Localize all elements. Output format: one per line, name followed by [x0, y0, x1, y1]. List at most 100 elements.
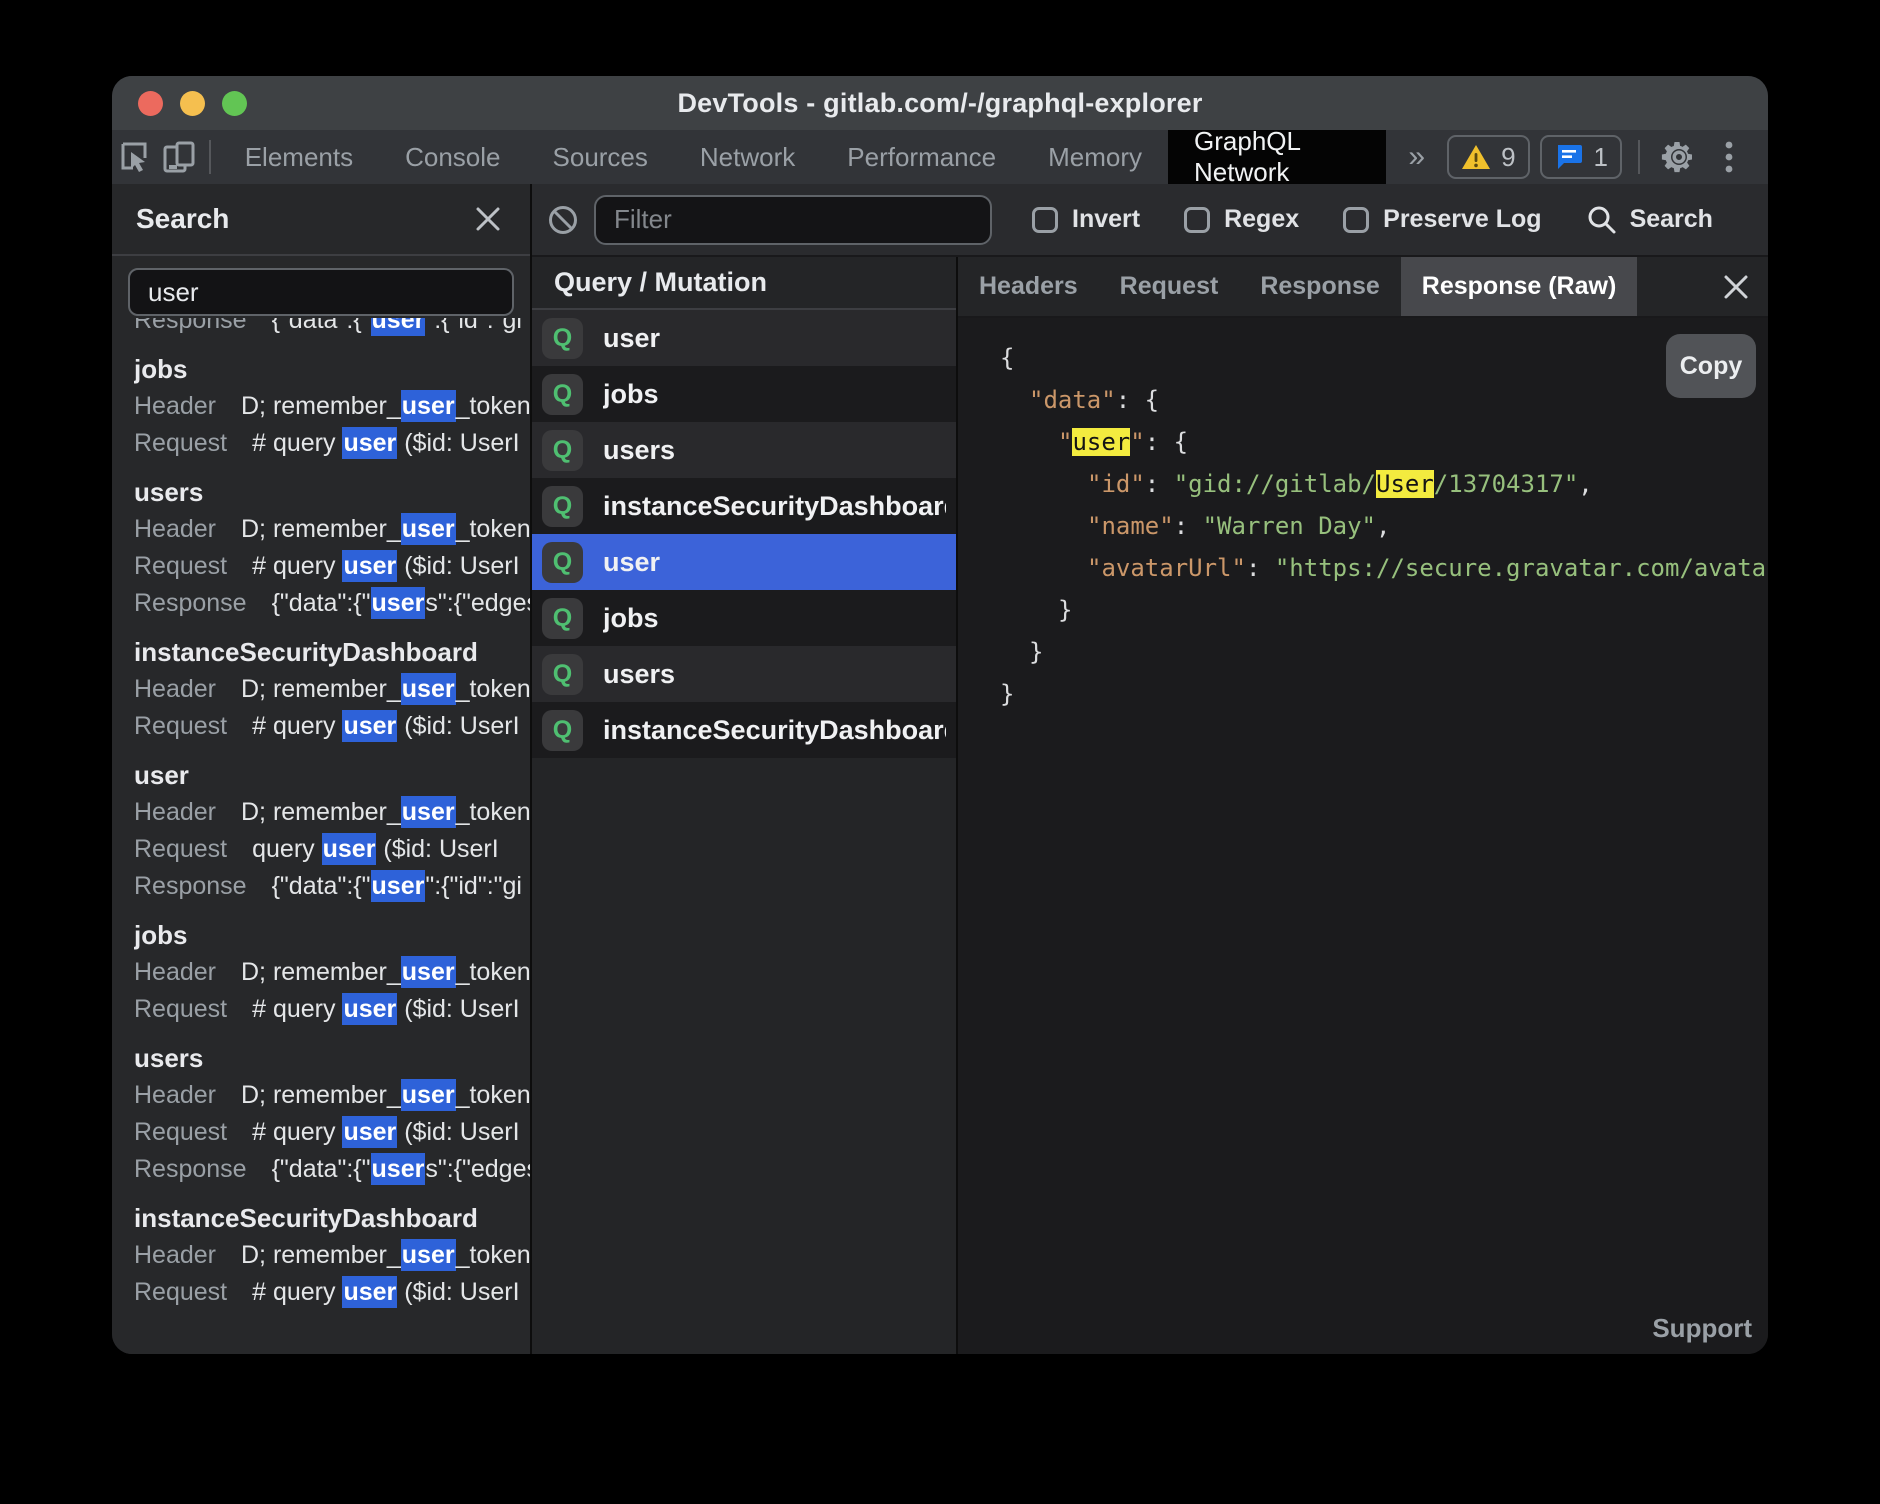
search-result-value: {"data":{"user":{"id":"gi [272, 868, 522, 905]
query-mutation-panel: Query / Mutation QuserQjobsQusersQinstan… [532, 257, 958, 1354]
more-tabs-button[interactable]: » [1386, 130, 1447, 184]
search-result-row[interactable]: Response {"data":{"user":{"id":"gi [134, 868, 530, 905]
message-count: 1 [1594, 142, 1608, 173]
search-result-section[interactable]: jobs [134, 917, 530, 954]
query-row-label: users [603, 659, 675, 690]
search-result-value: {"data":{"users":{"edges [272, 585, 530, 622]
search-result-section[interactable]: jobs [134, 351, 530, 388]
close-search-icon[interactable] [470, 201, 506, 237]
checkbox-preserve-log[interactable]: Preserve Log [1343, 205, 1541, 234]
search-result-row[interactable]: Header D; remember_user_token=e [134, 794, 530, 831]
detail-tab-response[interactable]: Response [1239, 257, 1400, 316]
search-result-value: D; remember_user_token=e [241, 794, 530, 831]
query-row-users[interactable]: Qusers [532, 646, 956, 702]
panel-tabs: ElementsConsoleSourcesNetworkPerformance… [219, 130, 1387, 184]
search-result-value: # query user ($id: UserI [252, 548, 519, 585]
query-row-label: user [603, 323, 660, 354]
search-result-label: Request [134, 831, 252, 868]
search-result-row[interactable]: Request query user ($id: UserI [134, 831, 530, 868]
match-highlight: user [342, 1116, 397, 1148]
inspect-element-icon[interactable] [112, 130, 156, 184]
checkbox-box-preserve-log[interactable] [1343, 207, 1369, 233]
search-result-row[interactable]: Header D; remember_user_token=e [134, 671, 530, 708]
checkbox-box-invert[interactable] [1032, 207, 1058, 233]
settings-gear-icon[interactable] [1656, 139, 1702, 175]
clear-filter-icon[interactable] [546, 203, 580, 237]
query-row-user[interactable]: Quser [532, 310, 956, 366]
search-result-row[interactable]: Response {"data":{"user":{"id":"gi [134, 318, 530, 339]
query-type-badge: Q [542, 318, 583, 359]
search-result-section[interactable]: user [134, 757, 530, 794]
search-result-label: Header [134, 794, 241, 831]
kebab-menu-icon[interactable] [1712, 140, 1746, 174]
filter-input[interactable]: Filter [594, 195, 992, 245]
search-result-row[interactable]: Request # query user ($id: UserI [134, 991, 530, 1028]
query-row-jobs[interactable]: Qjobs [532, 366, 956, 422]
device-toolbar-icon[interactable] [156, 130, 200, 184]
search-result-label: Header [134, 1237, 241, 1274]
search-result-value: # query user ($id: UserI [252, 1274, 519, 1311]
json-line: "data": { [958, 379, 1768, 421]
query-row-instancesecuritydashboard[interactable]: QinstanceSecurityDashboard [532, 478, 956, 534]
tab-network[interactable]: Network [674, 130, 821, 184]
search-result-value: D; remember_user_token=e [241, 511, 530, 548]
query-row-jobs[interactable]: Qjobs [532, 590, 956, 646]
detail-tab-headers[interactable]: Headers [958, 257, 1099, 316]
search-result-row[interactable]: Header D; remember_user_token=e [134, 511, 530, 548]
zoom-button[interactable] [222, 91, 247, 116]
search-result-value: # query user ($id: UserI [252, 425, 519, 462]
search-result-row[interactable]: Header D; remember_user_token=e [134, 388, 530, 425]
search-result-row[interactable]: Request # query user ($id: UserI [134, 425, 530, 462]
query-type-badge: Q [542, 374, 583, 415]
detail-tab-request[interactable]: Request [1099, 257, 1240, 316]
query-row-users[interactable]: Qusers [532, 422, 956, 478]
query-type-badge: Q [542, 486, 583, 527]
search-result-row[interactable]: Header D; remember_user_token=e [134, 1077, 530, 1114]
tab-memory[interactable]: Memory [1022, 130, 1168, 184]
search-input[interactable]: user [128, 268, 514, 316]
search-result-label: Request [134, 1274, 252, 1311]
search-toggle[interactable]: Search [1586, 204, 1713, 236]
search-result-row[interactable]: Request # query user ($id: UserI [134, 548, 530, 585]
search-result-label: Request [134, 708, 252, 745]
query-row-user[interactable]: Quser [532, 534, 956, 590]
tab-sources[interactable]: Sources [527, 130, 674, 184]
query-row-instancesecuritydashboard[interactable]: QinstanceSecurityDashboard [532, 702, 956, 758]
close-detail-icon[interactable] [1704, 257, 1768, 316]
checkbox-box-regex[interactable] [1184, 207, 1210, 233]
search-result-label: Response [134, 1151, 272, 1188]
search-result-row[interactable]: Request # query user ($id: UserI [134, 708, 530, 745]
support-link[interactable]: Support [1652, 1313, 1752, 1344]
titlebar: DevTools - gitlab.com/-/graphql-explorer [112, 76, 1768, 130]
search-result-section[interactable]: users [134, 1040, 530, 1077]
query-mutation-header: Query / Mutation [532, 257, 956, 310]
search-result-label: Request [134, 548, 252, 585]
query-row-label: users [603, 435, 675, 466]
search-result-section[interactable]: instanceSecurityDashboard [134, 634, 530, 671]
devtools-window: DevTools - gitlab.com/-/graphql-explorer… [112, 76, 1768, 1354]
tab-console[interactable]: Console [379, 130, 526, 184]
search-result-row[interactable]: Header D; remember_user_token=e [134, 1237, 530, 1274]
search-result-row[interactable]: Request # query user ($id: UserI [134, 1114, 530, 1151]
detail-tab-response-raw[interactable]: Response (Raw) [1401, 257, 1637, 316]
checkbox-invert[interactable]: Invert [1032, 205, 1140, 234]
search-result-row[interactable]: Response {"data":{"users":{"edges [134, 585, 530, 622]
tab-graphql-network[interactable]: GraphQL Network [1168, 130, 1386, 184]
checkbox-regex[interactable]: Regex [1184, 205, 1299, 234]
main-area: Search user Response {"data":{"user":{"i… [112, 184, 1768, 1354]
search-result-section[interactable]: instanceSecurityDashboard [134, 1200, 530, 1237]
search-result-row[interactable]: Response {"data":{"users":{"edges [134, 1151, 530, 1188]
search-result-label: Response [134, 585, 272, 622]
search-result-row[interactable]: Request # query user ($id: UserI [134, 1274, 530, 1311]
query-type-badge: Q [542, 710, 583, 751]
messages-badge[interactable]: 1 [1540, 135, 1622, 179]
match-highlight: user [342, 710, 397, 742]
warnings-badge[interactable]: 9 [1447, 135, 1529, 179]
copy-button[interactable]: Copy [1666, 334, 1756, 398]
close-button[interactable] [138, 91, 163, 116]
tab-elements[interactable]: Elements [219, 130, 379, 184]
tab-performance[interactable]: Performance [821, 130, 1022, 184]
minimize-button[interactable] [180, 91, 205, 116]
search-result-section[interactable]: users [134, 474, 530, 511]
search-result-row[interactable]: Header D; remember_user_token=e [134, 954, 530, 991]
